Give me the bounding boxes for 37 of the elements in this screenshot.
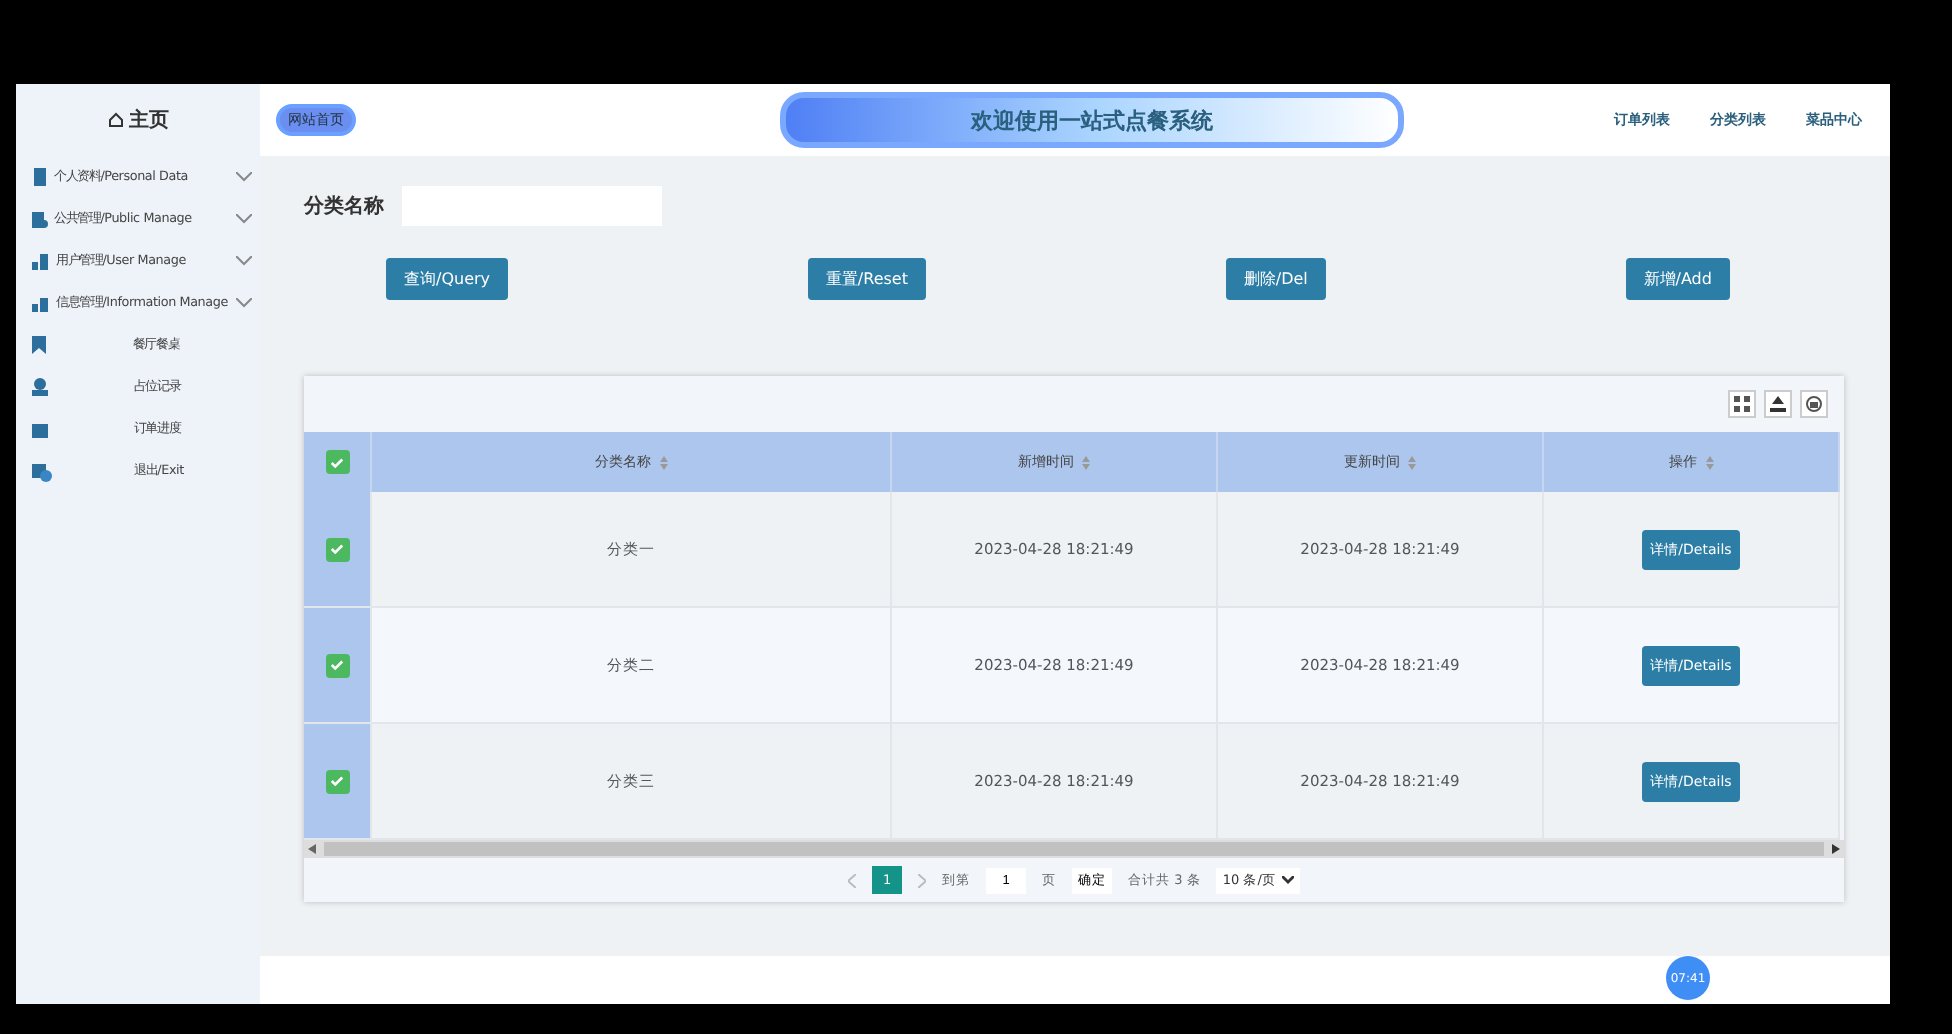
- caret-icon: [1281, 876, 1294, 884]
- sort-icon[interactable]: [659, 455, 667, 469]
- check-icon: [330, 658, 344, 672]
- check-icon: [330, 774, 344, 788]
- sort-icon[interactable]: [1082, 455, 1090, 469]
- previous-icon[interactable]: [848, 873, 857, 887]
- action-button[interactable]: 重置/Reset: [807, 258, 926, 300]
- sort-icon[interactable]: [1705, 455, 1713, 469]
- checkbox[interactable]: [325, 450, 349, 474]
- chevron-down-icon[interactable]: [236, 214, 252, 224]
- print-icon[interactable]: [1800, 390, 1828, 418]
- checkbox[interactable]: [325, 769, 349, 793]
- check-icon: [330, 542, 344, 556]
- grid-icon[interactable]: [1728, 390, 1756, 418]
- welcome-banner: 欢迎使用一站式点餐系统: [780, 92, 1404, 148]
- bar-chart-icon: [32, 294, 50, 312]
- checkbox[interactable]: [325, 537, 349, 561]
- action-button[interactable]: 删除/Del: [1225, 258, 1326, 300]
- scroll-left-icon[interactable]: [308, 844, 316, 854]
- chevron-down-icon[interactable]: [236, 172, 252, 182]
- chevron-down-icon[interactable]: [236, 256, 252, 266]
- sort-icon[interactable]: [1408, 455, 1416, 469]
- action-button[interactable]: 新增/Add: [1625, 258, 1730, 300]
- next-icon[interactable]: [918, 873, 927, 887]
- export-icon[interactable]: [1764, 390, 1792, 418]
- scroll-right-icon[interactable]: [1832, 844, 1840, 854]
- check-icon: [330, 455, 344, 469]
- field-label: 分类名称: [304, 193, 384, 220]
- checkbox[interactable]: [325, 653, 349, 677]
- home-icon: [107, 112, 123, 128]
- action-button[interactable]: 查询/Query: [386, 258, 509, 300]
- user-icon: [32, 378, 48, 396]
- bookmark-icon: [32, 336, 46, 354]
- bar-chart-icon: [32, 252, 50, 270]
- chevron-down-icon[interactable]: [236, 298, 252, 308]
- horizontal-scrollbar[interactable]: [304, 840, 1844, 858]
- home-link[interactable]: 主页: [16, 84, 260, 156]
